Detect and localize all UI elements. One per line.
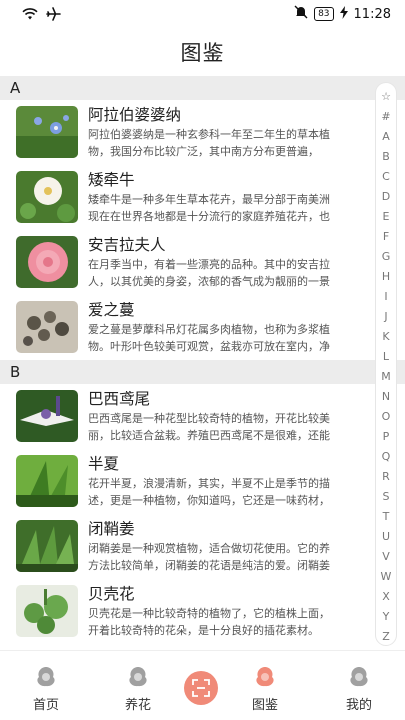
wifi-icon [22,6,38,25]
index-letter[interactable]: A [382,127,390,147]
plant-description: 丽，比较适合盆栽。养殖巴西鸢尾不是很难，还能 [88,429,330,442]
index-letter[interactable]: U [382,527,390,547]
list-item[interactable]: 爱之蔓 爱之蔓是萝藦科吊灯花属多肉植物，也称为多浆植 物。叶形叶色较美可观赏，盆… [0,295,405,360]
plant-description: 人，以其优美的身姿，浓郁的香气成为靓丽的一景 [88,275,330,288]
index-letter[interactable]: F [383,227,389,247]
battery-indicator: 83 [314,7,334,21]
list-item[interactable]: 闭鞘姜 闭鞘姜是一种观赏植物，适合做切花使用。它的养 方法比较简单，闭鞘姜的花语… [0,514,405,579]
airplane-icon [46,6,61,25]
plant-name: 矮牵牛 [88,171,135,189]
app-header: 图鉴 [0,28,405,76]
index-letter[interactable]: Z [382,627,390,647]
index-letter[interactable]: ☆ [381,87,391,107]
section-header-b: B [0,360,405,384]
index-letter[interactable]: B [382,147,390,167]
list-item[interactable]: 半夏 花开半夏，浪漫清新，其实，半夏不止是季节的描 述，更是一种植物，你知道吗，… [0,449,405,514]
list-item[interactable]: 贝壳花 贝壳花是一种比较奇特的植物了，它的植株上面， 开着比较奇特的花朵，是十分… [0,579,405,644]
section-header-a: A [0,76,405,100]
tab-grow-flowers[interactable]: 养花 [108,651,168,720]
index-letter[interactable]: O [382,407,391,427]
index-letter[interactable]: G [382,247,391,267]
iris-image [16,390,78,442]
plant-description: 在月季当中，有着一些漂亮的品种。其中的安吉拉 [88,258,330,271]
index-letter[interactable]: N [382,387,390,407]
blue-flower-image [16,106,78,158]
shell-flower-image [16,585,78,637]
list-item[interactable]: 巴西鸢尾 巴西鸢尾是一种花型比较奇特的植物，开花比较美 丽，比较适合盆栽。养殖巴… [0,384,405,449]
tab-label: 我的 [345,698,372,713]
plant-description: 阿拉伯婆婆纳是一种玄参科一年至二年生的草本植 [88,128,330,141]
alphabet-index-bar[interactable]: ☆ # A B C D E F G H I J K L M N O P Q R S T U V W X Y Z [375,82,397,646]
succulent-image [16,301,78,353]
bottom-tab-bar: 首页 养花 图鉴 我的 [0,650,405,720]
plant-description: 物。叶形叶色较美可观赏，盆栽亦可放在室内，净 [88,340,330,353]
index-letter[interactable]: V [382,547,390,567]
plant-description: 贝壳花是一种比较奇特的植物了，它的植株上面， [88,607,330,620]
index-letter[interactable]: X [382,587,390,607]
index-letter[interactable]: C [382,167,390,187]
tab-home[interactable]: 首页 [16,651,76,720]
plant-description: 花开半夏，浪漫清新，其实，半夏不止是季节的描 [88,477,330,490]
plant-description: 巴西鸢尾是一种花型比较奇特的植物，开花比较美 [88,412,330,425]
list-item[interactable]: 安吉拉夫人 在月季当中，有着一些漂亮的品种。其中的安吉拉 人，以其优美的身姿，浓… [0,230,405,295]
plant-description: 现在在世界各地都是十分流行的家庭养殖花卉，也 [88,210,330,223]
plant-name: 阿拉伯婆婆纳 [88,106,182,124]
index-letter[interactable]: S [383,487,390,507]
index-letter[interactable]: W [381,567,392,587]
home-icon [37,667,55,687]
plant-description: 爱之蔓是萝藦科吊灯花属多肉植物，也称为多浆植 [88,323,330,336]
index-letter[interactable]: D [382,187,390,207]
index-letter[interactable]: Y [383,607,390,627]
status-bar: 83 11:28 [0,0,405,28]
plant-description: 物，我国分布比较广泛，其中南方分布更普遍， [88,145,319,158]
list-item[interactable]: 阿拉伯婆婆纳 阿拉伯婆婆纳是一种玄参科一年至二年生的草本植 物，我国分布比较广泛… [0,100,405,165]
white-petunia-image [16,171,78,223]
plant-name: 安吉拉夫人 [88,236,166,254]
plant-description: 开着比较奇特的花朵，是十分良好的插花素材。 [88,624,319,637]
mute-icon [294,5,308,23]
plant-name: 巴西鸢尾 [88,390,151,408]
tab-mine[interactable]: 我的 [329,651,389,720]
pinellia-image [16,455,78,507]
plant-name: 爱之蔓 [88,301,135,319]
index-letter[interactable]: I [384,287,387,307]
plant-list[interactable]: A 阿拉伯婆婆纳 阿拉伯婆婆纳是一种玄参科一年至二年生的草本植 物，我国分布比较… [0,76,405,650]
index-letter[interactable]: Q [382,447,391,467]
index-letter[interactable]: J [384,307,387,327]
plant-name: 半夏 [88,455,120,473]
profile-icon [350,667,368,687]
flower-icon [129,667,147,687]
list-item[interactable]: 矮牵牛 矮牵牛是一种多年生草本花卉，最早分部于南美洲 现在在世界各地都是十分流行… [0,165,405,230]
plant-description: 矮牵牛是一种多年生草本花卉，最早分部于南美洲 [88,193,330,206]
tab-label: 图鉴 [251,698,278,713]
scan-button[interactable] [184,671,218,705]
charging-icon [339,5,348,23]
costus-image [16,520,78,572]
index-letter[interactable]: T [383,507,390,527]
scan-icon [192,679,210,697]
index-letter[interactable]: # [381,107,390,127]
index-letter[interactable]: M [381,367,391,387]
index-letter[interactable]: E [383,207,390,227]
page-title: 图鉴 [180,41,225,65]
index-letter[interactable]: P [383,427,390,447]
plant-name: 闭鞘姜 [88,520,135,538]
pink-rose-image [16,236,78,288]
index-letter[interactable]: H [382,267,390,287]
index-letter[interactable]: L [383,347,389,367]
index-letter[interactable]: R [382,467,390,487]
index-letter[interactable]: K [382,327,389,347]
encyclopedia-icon [256,667,274,687]
tab-label: 首页 [32,698,59,713]
plant-description: 方法比较简单，闭鞘姜的花语是纯洁的爱。闭鞘姜 [88,559,330,572]
plant-description: 述，更是一种植物，你知道吗，它还是一味药材， [88,494,330,507]
plant-name: 贝壳花 [88,585,135,603]
plant-description: 闭鞘姜是一种观赏植物，适合做切花使用。它的养 [88,542,330,555]
tab-label: 养花 [124,698,151,713]
tab-encyclopedia[interactable]: 图鉴 [235,651,295,720]
clock: 11:28 [353,6,391,22]
